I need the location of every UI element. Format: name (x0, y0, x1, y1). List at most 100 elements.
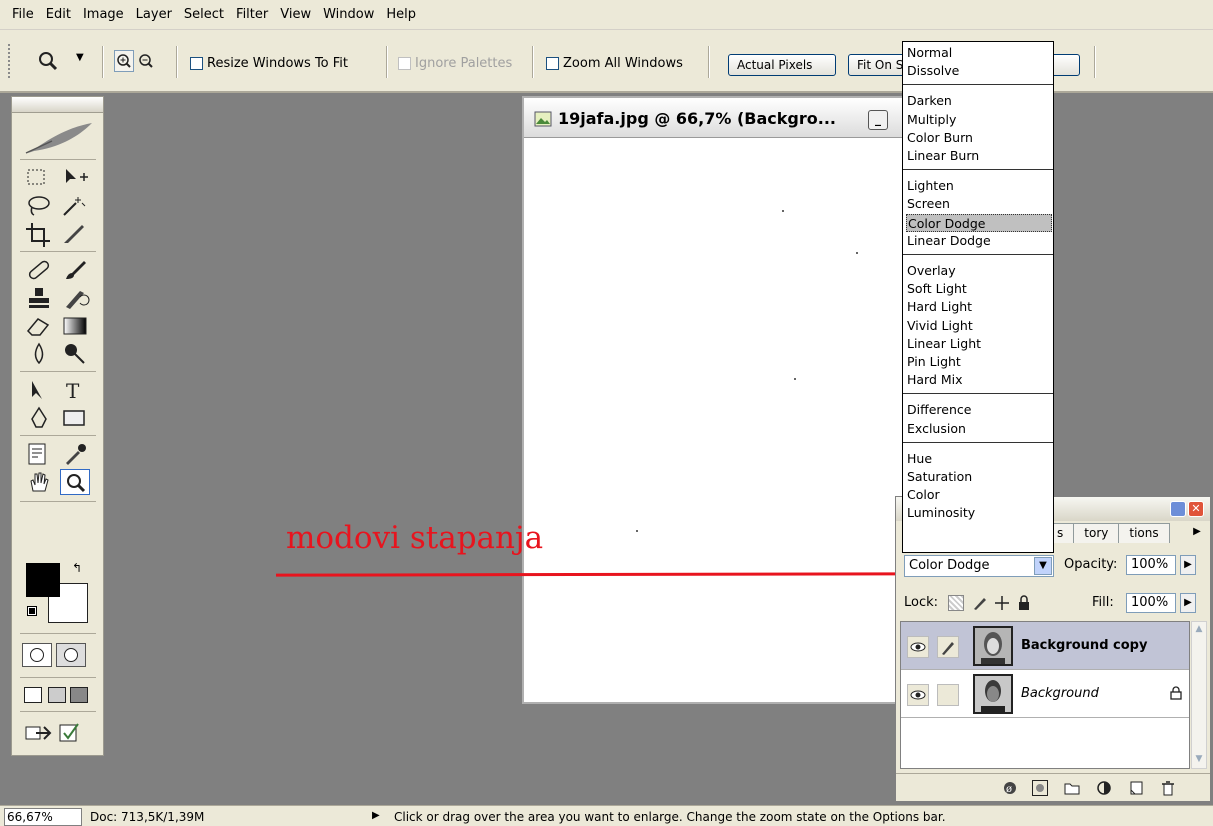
clone-stamp-tool-icon[interactable] (24, 285, 54, 311)
layer-name[interactable]: Background (1021, 686, 1099, 701)
blend-option[interactable]: Color (906, 486, 1052, 504)
shape-tool-icon[interactable] (60, 405, 90, 431)
tool-preset-chevron-down-icon[interactable]: ▼ (76, 52, 84, 63)
history-brush-tool-icon[interactable] (60, 285, 90, 311)
blend-option[interactable]: Color Dodge (906, 213, 1052, 232)
quick-mask-mode-button[interactable] (56, 643, 86, 667)
zoom-level-field[interactable]: 66,67% (4, 808, 82, 826)
status-menu-play-icon[interactable]: ▶ (372, 810, 380, 821)
fill-arrow-icon[interactable]: ▶ (1180, 593, 1196, 613)
adjustment-layer-icon[interactable] (1096, 780, 1112, 796)
palette-close-icon[interactable]: ✕ (1188, 501, 1204, 517)
toolbox-title-bar[interactable] (12, 97, 103, 113)
type-tool-icon[interactable]: T (60, 377, 90, 403)
full-screen-mode-icon[interactable] (70, 687, 88, 703)
blur-tool-icon[interactable] (24, 341, 54, 367)
scroll-down-icon[interactable]: ▼ (1193, 754, 1205, 766)
notes-tool-icon[interactable] (24, 441, 54, 467)
zoom-in-button[interactable] (114, 50, 134, 72)
blend-option[interactable]: Lighten (906, 177, 1052, 195)
dodge-tool-icon[interactable] (60, 341, 90, 367)
layer-style-icon[interactable]: ø (1002, 780, 1018, 796)
crop-tool-icon[interactable] (24, 221, 54, 247)
options-grip[interactable] (8, 44, 11, 78)
visibility-eye-icon[interactable] (907, 684, 929, 706)
blend-option[interactable]: Darken (906, 92, 1052, 110)
blend-option[interactable]: Vivid Light (906, 317, 1052, 335)
new-group-folder-icon[interactable] (1064, 780, 1080, 796)
blend-option[interactable]: Hard Mix (906, 371, 1052, 389)
blend-option[interactable]: Dissolve (906, 62, 1052, 80)
slice-tool-icon[interactable] (60, 221, 90, 247)
full-screen-menu-mode-icon[interactable] (48, 687, 66, 703)
blend-option[interactable]: Saturation (906, 468, 1052, 486)
jump-to-imageready-icon[interactable] (24, 721, 54, 745)
eraser-tool-icon[interactable] (24, 313, 54, 339)
blend-option[interactable]: Linear Burn (906, 147, 1052, 165)
healing-brush-tool-icon[interactable] (24, 257, 54, 283)
blend-option[interactable]: Linear Light (906, 335, 1052, 353)
fill-input[interactable]: 100% (1126, 593, 1176, 613)
zoom-tool-preset-icon[interactable] (36, 50, 60, 72)
lock-image-brush-icon[interactable] (972, 595, 988, 611)
scroll-up-icon[interactable]: ▲ (1193, 624, 1205, 636)
tab-actions[interactable]: tions (1118, 523, 1170, 543)
layer-link-empty[interactable] (937, 684, 959, 706)
menu-window[interactable]: Window (317, 0, 380, 30)
zoom-tool-icon[interactable] (60, 469, 90, 495)
blend-option[interactable]: Exclusion (906, 420, 1052, 438)
opacity-arrow-icon[interactable]: ▶ (1180, 555, 1196, 575)
lasso-tool-icon[interactable] (24, 193, 54, 219)
lock-all-icon[interactable] (1016, 595, 1032, 611)
layer-row[interactable]: Background copy (901, 622, 1189, 670)
checkbox-box[interactable] (190, 57, 203, 70)
blend-option[interactable]: Luminosity (906, 504, 1052, 522)
menu-view[interactable]: View (274, 0, 317, 30)
move-tool-icon[interactable] (60, 165, 90, 191)
trash-icon[interactable] (1160, 780, 1176, 796)
menu-image[interactable]: Image (77, 0, 130, 30)
document-size-info[interactable]: Doc: 713,5K/1,39M (90, 809, 204, 825)
zoom-out-button[interactable] (136, 50, 156, 72)
blend-option[interactable]: Soft Light (906, 280, 1052, 298)
menu-help[interactable]: Help (380, 0, 422, 30)
default-colors-icon[interactable] (27, 606, 37, 616)
standard-screen-mode-icon[interactable] (24, 687, 42, 703)
marquee-tool-icon[interactable] (24, 165, 54, 191)
new-layer-icon[interactable] (1128, 780, 1144, 796)
palette-minimize-button[interactable] (1170, 501, 1186, 517)
hand-tool-icon[interactable] (24, 469, 54, 495)
layer-name[interactable]: Background copy (1021, 638, 1147, 653)
layers-scrollbar[interactable]: ▲ ▼ (1191, 621, 1207, 769)
blend-mode-chevron-down-icon[interactable]: ▼ (1034, 557, 1052, 575)
menu-file[interactable]: File (6, 0, 40, 30)
menu-edit[interactable]: Edit (40, 0, 77, 30)
brush-link-icon[interactable] (937, 636, 959, 658)
blend-option[interactable]: Hue (906, 450, 1052, 468)
lock-transparency-icon[interactable] (948, 595, 964, 611)
photoshop-feather-icon[interactable] (22, 119, 94, 155)
foreground-color-swatch-top[interactable] (26, 563, 60, 597)
path-selection-tool-icon[interactable] (24, 377, 54, 403)
eyedropper-tool-icon[interactable] (60, 441, 90, 467)
lock-position-move-icon[interactable] (994, 595, 1010, 611)
document-window[interactable]: 19jafa.jpg @ 66,7% (Backgro... _ (522, 96, 905, 704)
palette-menu-arrow-icon[interactable]: ▶ (1190, 526, 1204, 540)
menu-filter[interactable]: Filter (230, 0, 274, 30)
blend-option[interactable]: Multiply (906, 111, 1052, 129)
blend-option[interactable]: Linear Dodge (906, 232, 1052, 250)
magic-wand-tool-icon[interactable] (60, 193, 90, 219)
blend-mode-select[interactable]: Color Dodge ▼ (904, 555, 1054, 577)
blend-option[interactable]: Hard Light (906, 298, 1052, 316)
blend-option[interactable]: Pin Light (906, 353, 1052, 371)
gradient-tool-icon[interactable] (60, 313, 90, 339)
menu-layer[interactable]: Layer (130, 0, 178, 30)
blend-option[interactable]: Screen (906, 195, 1052, 213)
layer-mask-icon[interactable] (1032, 780, 1048, 796)
brush-tool-icon[interactable] (60, 257, 90, 283)
menu-select[interactable]: Select (178, 0, 230, 30)
tab-history[interactable]: tory (1073, 523, 1120, 543)
checkbox-box[interactable] (546, 57, 559, 70)
pen-tool-icon[interactable] (24, 405, 54, 431)
blend-option[interactable]: Overlay (906, 262, 1052, 280)
